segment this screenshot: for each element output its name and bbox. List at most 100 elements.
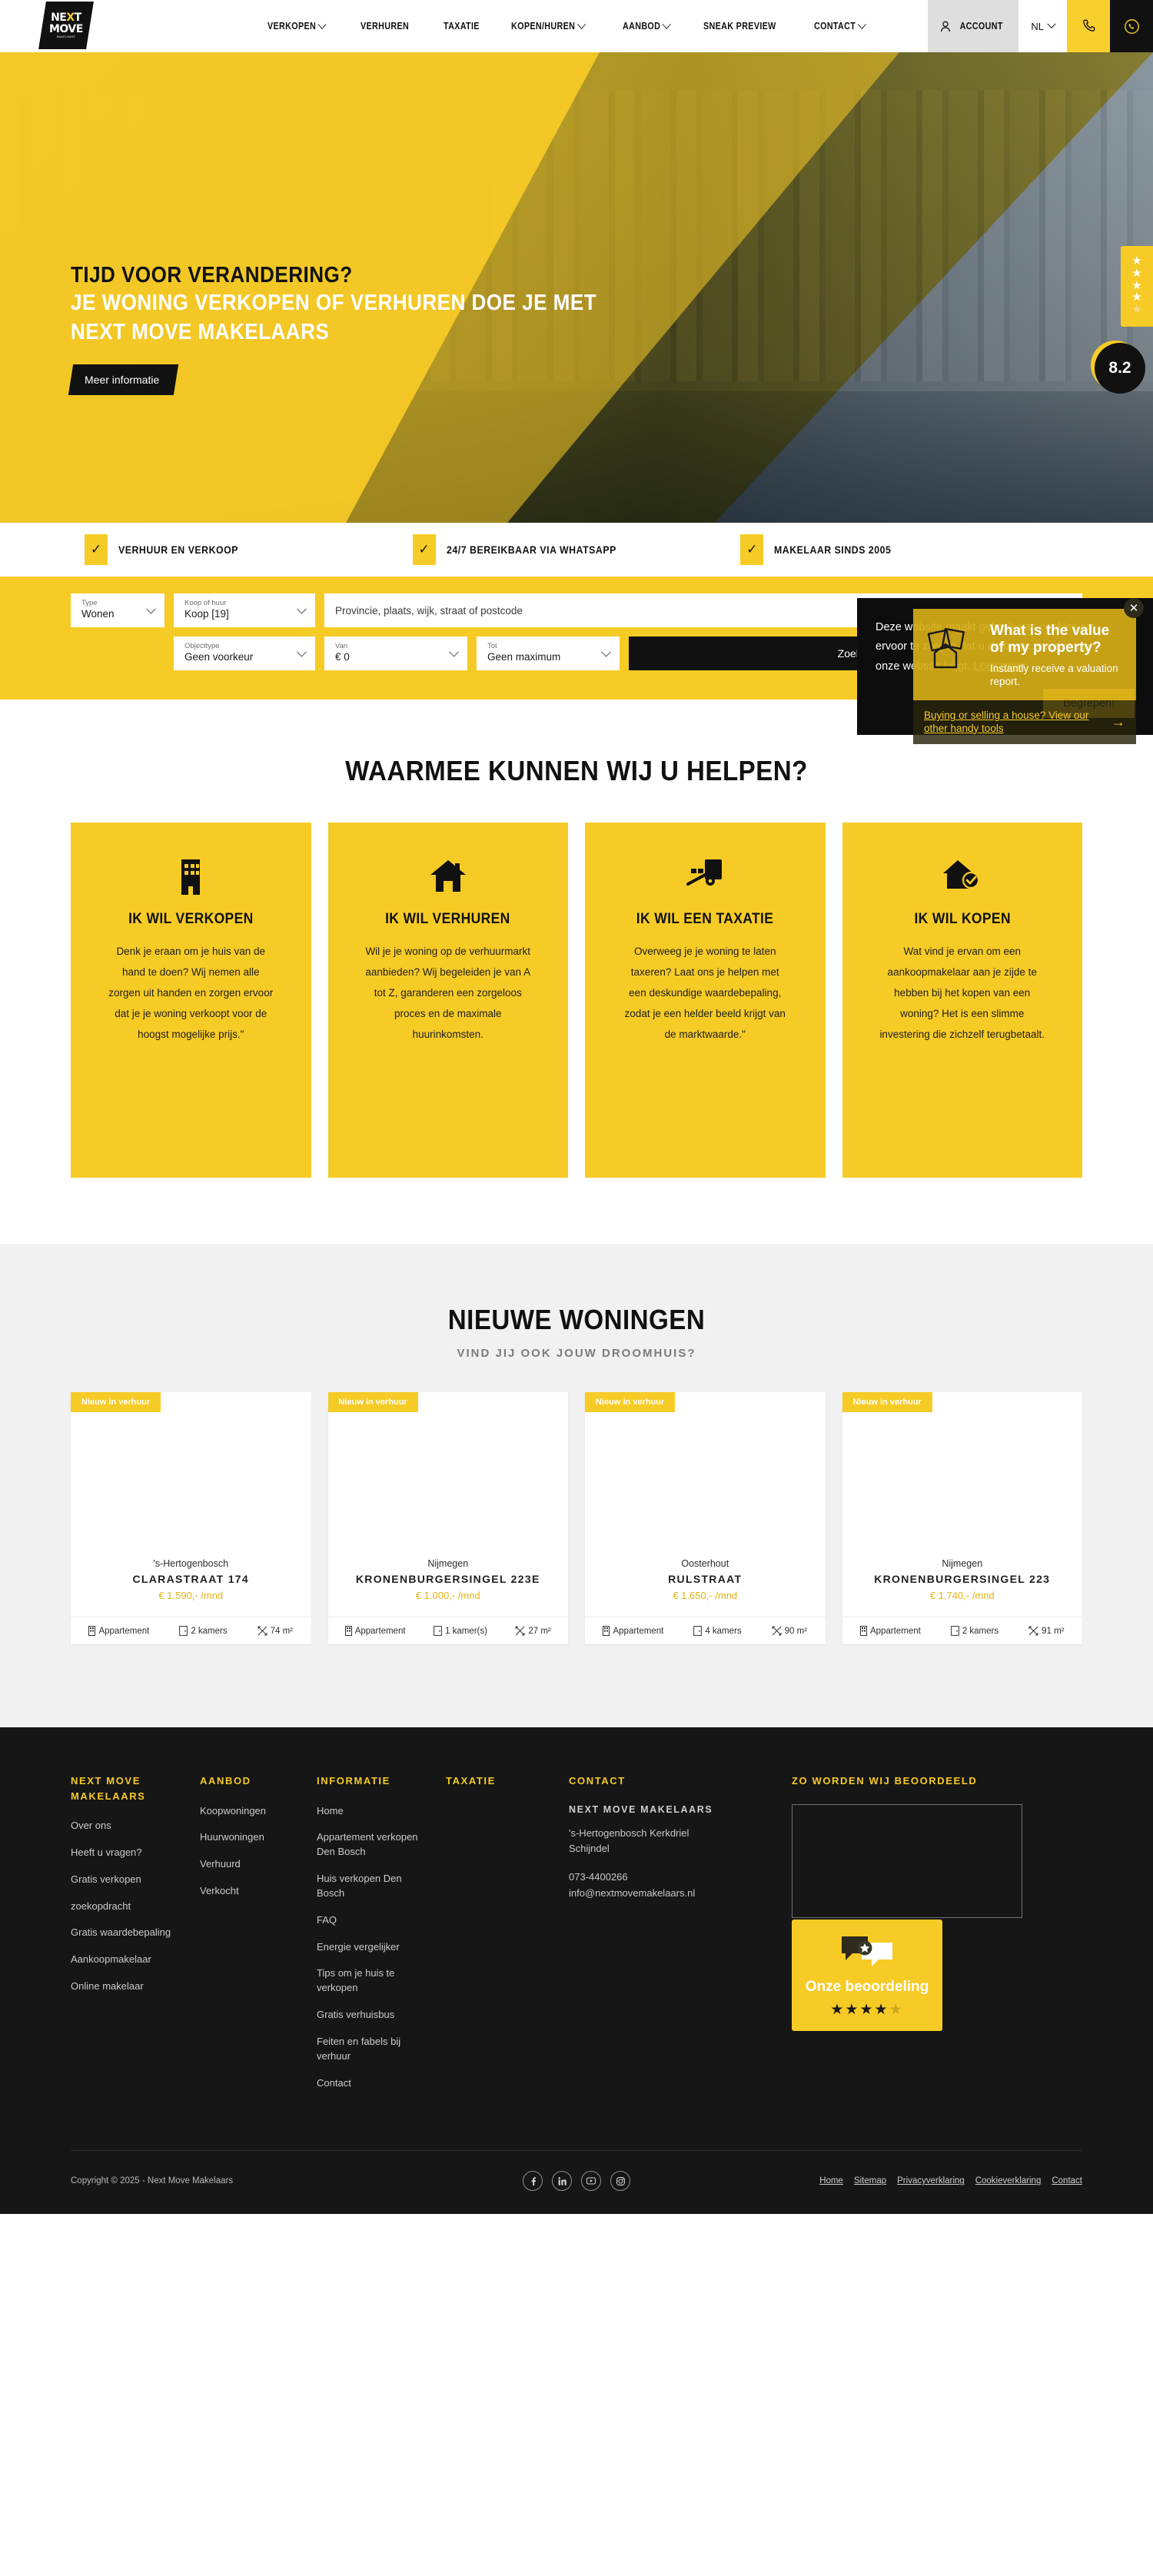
youtube-icon[interactable] — [581, 2171, 601, 2192]
nav-item-sneak-preview[interactable]: SNEAK PREVIEW — [703, 21, 776, 32]
legal-link-contact[interactable]: Contact — [1052, 2176, 1082, 2185]
area-icon — [515, 1626, 525, 1636]
office-building-icon — [175, 855, 206, 896]
phone-button[interactable] — [1067, 0, 1110, 52]
footer-link-over-ons[interactable]: Over ons — [71, 1819, 186, 1833]
search-type-select[interactable]: Type Wonen — [71, 593, 164, 627]
help-card-title: IK WIL EEN TAXATIE — [636, 911, 774, 927]
close-icon[interactable]: ✕ — [1124, 598, 1144, 618]
star-icon: ★ — [859, 2002, 875, 2019]
promo-tools-link[interactable]: Buying or selling a house? View our othe… — [924, 710, 1104, 734]
building-icon — [603, 1626, 610, 1636]
help-card-verhuren[interactable]: IK WIL VERHUREN Wil je je woning op de v… — [327, 823, 568, 1178]
footer-link-koopwoningen[interactable]: Koopwoningen — [200, 1804, 303, 1819]
chevron-down-icon — [577, 18, 586, 29]
search-koop-of-huur-select[interactable]: Koop of huur Koop [19] — [174, 593, 315, 627]
logo-line-move: MOVE — [49, 22, 83, 35]
footer-link-faq[interactable]: FAQ — [317, 1913, 432, 1928]
hero-more-info-button[interactable]: Meer informatie — [68, 364, 179, 395]
rating-stars-flag[interactable]: ★ ★ ★ ★ ★ — [1121, 246, 1153, 327]
nav-item-verhuren[interactable]: VERHUREN — [361, 21, 409, 32]
property-meta: Appartement 1 kamer(s) 27 m² — [327, 1617, 568, 1644]
nav-item-contact[interactable]: CONTACT — [814, 18, 867, 32]
legal-link-cookies[interactable]: Cookieverklaring — [975, 2176, 1042, 2185]
chevron-down-icon — [449, 646, 459, 657]
logo-container[interactable]: NEXT MOVE MAKELAARS — [0, 0, 231, 52]
property-rooms-label: 4 kamers — [705, 1626, 742, 1636]
footer-col-heading: TAXATIE — [446, 1775, 496, 1787]
footer-link-huis-verkopen[interactable]: Huis verkopen Den Bosch — [317, 1872, 432, 1901]
help-card-title: IK WIL VERKOPEN — [128, 911, 254, 927]
footer-link-contact[interactable]: Contact — [317, 2076, 432, 2091]
footer-link-verkocht[interactable]: Verkocht — [200, 1884, 303, 1899]
instagram-icon[interactable] — [610, 2171, 630, 2192]
help-card-kopen[interactable]: IK WIL KOPEN Wat vind je ervan om een aa… — [842, 823, 1082, 1178]
property-card[interactable]: Nieuw in verhuur 's-Hertogenbosch CLARAS… — [71, 1392, 311, 1644]
promo-title: What is the value of my property? — [990, 623, 1110, 656]
footer-legal-links: Home Sitemap Privacyverklaring Cookiever… — [759, 2176, 1082, 2185]
help-cards: IK WIL VERKOPEN Denk je eraan om je huis… — [0, 823, 1153, 1178]
footer-link-energie-vergelijker[interactable]: Energie vergelijker — [317, 1940, 432, 1955]
footer-link-feiten-fabels[interactable]: Feiten en fabels bij verhuur — [317, 2035, 432, 2064]
footer-social-links — [394, 2171, 759, 2192]
property-type-label: Appartement — [98, 1626, 150, 1636]
chevron-down-icon — [297, 603, 307, 614]
footer-link-appartement-verkopen[interactable]: Appartement verkopen Den Bosch — [317, 1830, 432, 1860]
hero-headline-1: TIJD VOOR VERANDERING? — [71, 263, 353, 288]
nav-item-kopen-huren[interactable]: KOPEN/HUREN — [511, 18, 586, 32]
footer-col-heading: NEXT MOVE MAKELAARS — [71, 1775, 146, 1802]
search-price-from-select[interactable]: Van € 0 — [324, 637, 467, 670]
language-switcher[interactable]: NL — [1018, 0, 1067, 52]
legal-link-privacy[interactable]: Privacyverklaring — [897, 2176, 965, 2185]
footer-link-gratis-verkopen[interactable]: Gratis verkopen — [71, 1873, 186, 1887]
property-list: Nieuw in verhuur 's-Hertogenbosch CLARAS… — [0, 1392, 1153, 1644]
next-move-logo[interactable]: NEXT MOVE MAKELAARS — [38, 2, 94, 49]
footer-phone[interactable]: 073-4400266 — [569, 1870, 778, 1886]
search-row2-spacer — [71, 637, 164, 670]
whatsapp-button[interactable] — [1110, 0, 1153, 52]
nav-item-verkopen[interactable]: VERKOPEN — [267, 18, 327, 32]
chevron-down-icon — [317, 18, 327, 29]
help-card-taxatie[interactable]: IK WIL EEN TAXATIE Overweeg je je woning… — [585, 823, 826, 1178]
property-city: Nijmegen — [942, 1558, 983, 1569]
nav-label: KOPEN/HUREN — [511, 21, 576, 32]
legal-link-home[interactable]: Home — [819, 2176, 843, 2185]
review-badge[interactable]: Onze beoordeling ★★★★★ — [792, 1919, 942, 2032]
property-card[interactable]: Nieuw in verhuur Nijmegen KRONENBURGERSI… — [327, 1392, 569, 1644]
area-icon — [258, 1626, 267, 1636]
nav-item-aanbod[interactable]: AANBOD — [623, 18, 671, 32]
field-label: Objecttype — [184, 641, 220, 650]
search-objecttype-select[interactable]: Objecttype Geen voorkeur — [174, 637, 315, 670]
property-area: 91 m² — [1028, 1626, 1064, 1636]
footer-link-verhuurd[interactable]: Verhuurd — [200, 1857, 303, 1872]
property-card[interactable]: Nieuw in verhuur Nijmegen KRONENBURGERSI… — [842, 1392, 1082, 1644]
footer-col-heading: ZO WORDEN WIJ BEOORDEELD — [792, 1775, 978, 1787]
linkedin-icon[interactable] — [552, 2171, 572, 2192]
footer-link-aankoopmakelaar[interactable]: Aankoopmakelaar — [71, 1953, 186, 1967]
hero-headline-2: JE WONING VERKOPEN OF VERHUREN DOE JE ME… — [71, 291, 597, 316]
footer-col-company: NEXT MOVE MAKELAARS Over ons Heeft u vra… — [71, 1773, 200, 2102]
footer-link-tips-verkopen[interactable]: Tips om je huis te verkopen — [317, 1966, 432, 1996]
promo-card[interactable]: What is the value of my property? Instan… — [913, 609, 1136, 701]
footer-link-gratis-waardebepaling[interactable]: Gratis waardebepaling — [71, 1926, 186, 1940]
footer-col-reviews: ZO WORDEN WIJ BEOORDEELD Onze beoordelin… — [792, 1773, 1082, 2102]
facebook-icon[interactable] — [523, 2171, 543, 2192]
footer-link-gratis-verhuisbus[interactable]: Gratis verhuisbus — [317, 2008, 432, 2023]
footer-link-huurwoningen[interactable]: Huurwoningen — [200, 1830, 303, 1845]
account-button[interactable]: ACCOUNT — [928, 0, 1019, 52]
legal-link-sitemap[interactable]: Sitemap — [854, 2176, 886, 2185]
footer-link-zoekopdracht[interactable]: zoekopdracht — [71, 1900, 186, 1914]
footer-link-heeft-u-vragen[interactable]: Heeft u vragen? — [71, 1846, 186, 1860]
field-label: Tot — [487, 641, 497, 650]
nav-item-taxatie[interactable]: TAXATIE — [444, 21, 480, 32]
search-price-to-select[interactable]: Tot Geen maximum — [477, 637, 620, 670]
rating-score-badge[interactable]: 8.2 — [1095, 343, 1145, 394]
footer-link-online-makelaar[interactable]: Online makelaar — [71, 1979, 186, 1994]
help-card-verkopen[interactable]: IK WIL VERKOPEN Denk je eraan om je huis… — [71, 823, 311, 1178]
thumbs-house-icon — [925, 623, 984, 688]
footer-email[interactable]: info@nextmovemakelaars.nl — [569, 1886, 778, 1902]
property-info: Nijmegen KRONENBURGERSINGEL 223E € 1.000… — [328, 1546, 569, 1617]
property-card[interactable]: Nieuw in verhuur Oosterhout RULSTRAAT € … — [585, 1392, 826, 1644]
footer-link-home[interactable]: Home — [317, 1804, 432, 1819]
property-type: Appartement — [344, 1626, 406, 1636]
